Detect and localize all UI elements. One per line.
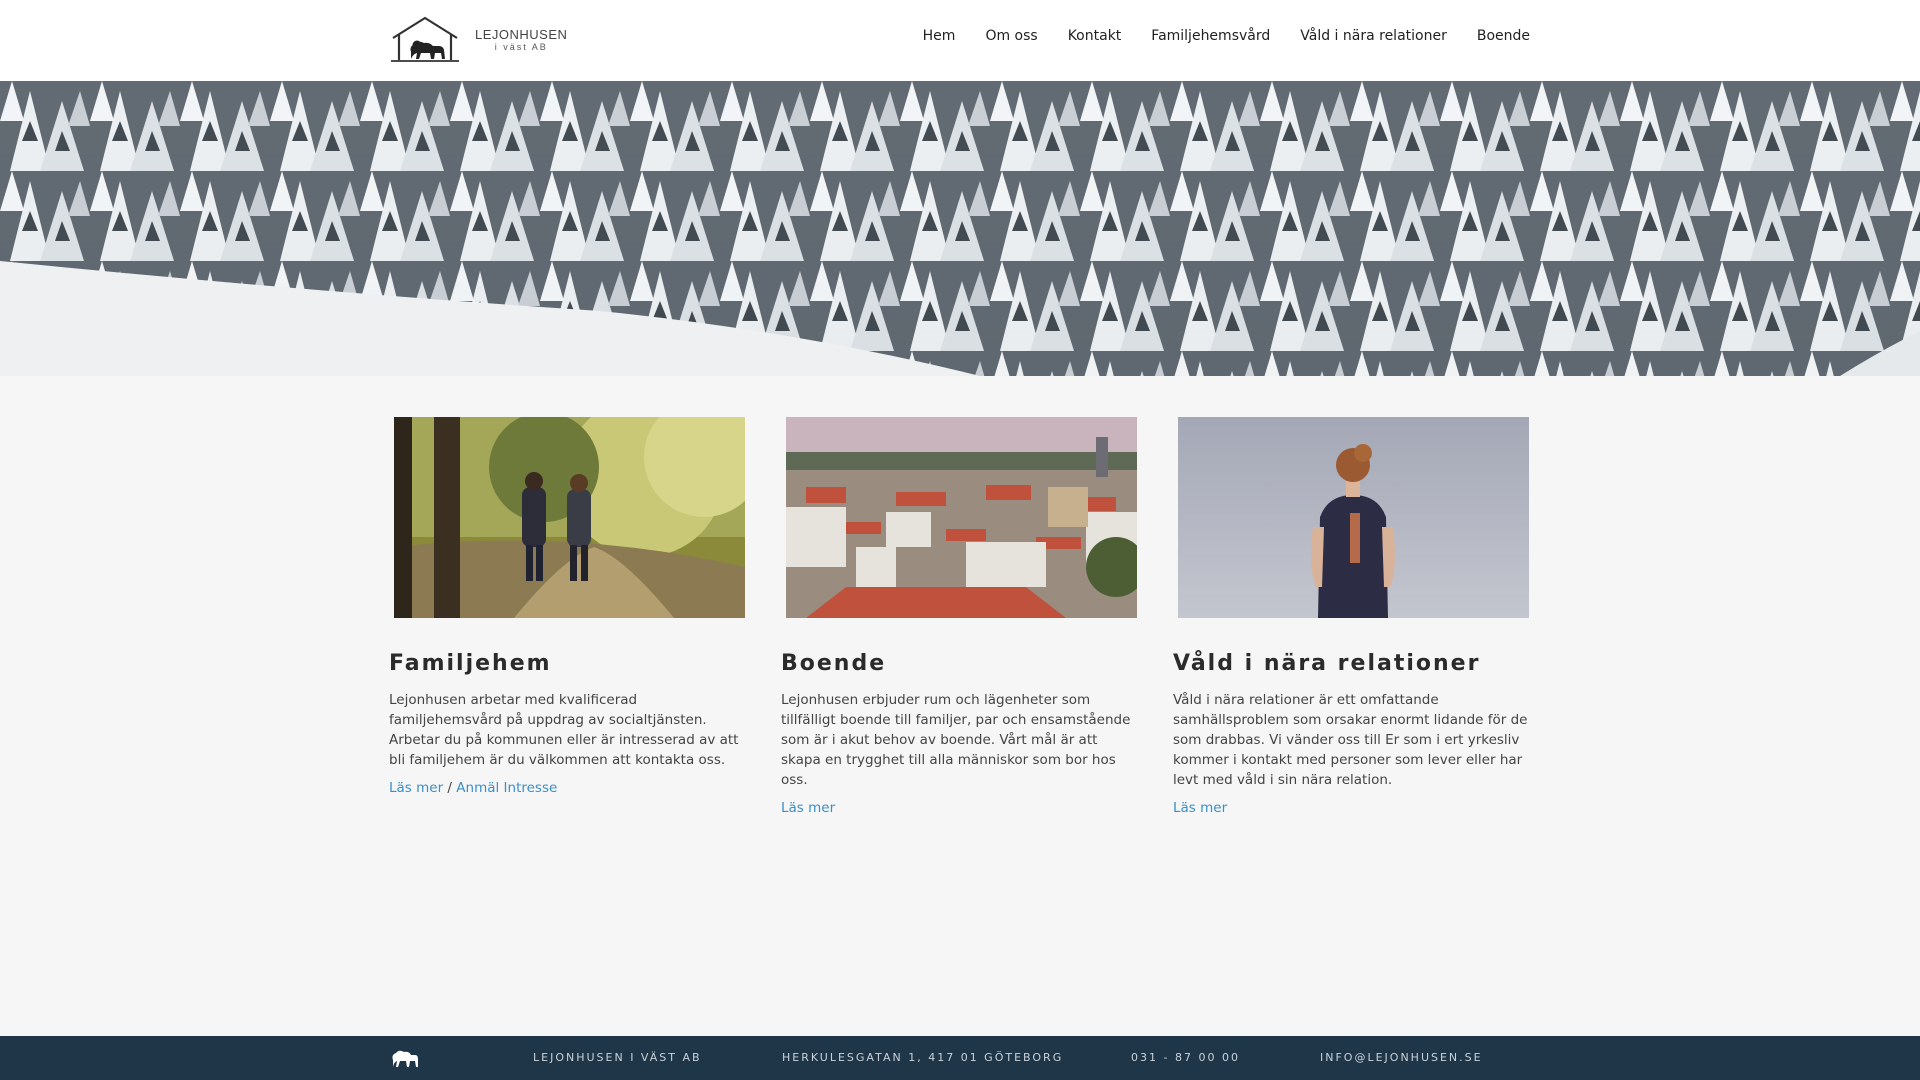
register-interest-link[interactable]: Anmäl Intresse <box>456 780 557 796</box>
card-links: Läs mer <box>781 800 1139 816</box>
card-text: Lejonhusen erbjuder rum och lägenheter s… <box>781 692 1131 788</box>
footer-phone[interactable]: 031 - 87 00 00 <box>1131 1051 1240 1064</box>
card-image-boende <box>786 417 1137 618</box>
logo-name: LEJONHUSEN <box>475 27 568 42</box>
footer-company: LEJONHUSEN I VÄST AB <box>533 1051 702 1064</box>
footer-address: HERKULESGATAN 1, 417 01 GÖTEBORG <box>782 1051 1064 1064</box>
card-vald-i-nara-relationer: Våld i nära relationer Våld i nära relat… <box>1173 417 1531 816</box>
link-separator: / <box>443 780 457 796</box>
lion-house-icon <box>391 16 459 62</box>
logo[interactable]: LEJONHUSEN i väst AB <box>389 16 579 64</box>
site-header: LEJONHUSEN i väst AB Hem Om oss Kontakt … <box>0 0 1920 81</box>
card-links: Läs mer <box>1173 800 1531 816</box>
logo-subtitle: i väst AB <box>494 42 548 52</box>
card-links: Läs mer / Anmäl Intresse <box>389 780 747 796</box>
footer-email[interactable]: INFO@LEJONHUSEN.SE <box>1320 1051 1483 1064</box>
nav-item-familjehemsvard[interactable]: Familjehemsvård <box>1136 28 1285 44</box>
read-more-link[interactable]: Läs mer <box>1173 800 1227 816</box>
nav-item-boende[interactable]: Boende <box>1462 28 1530 44</box>
card-familjehem: Familjehem Lejonhusen arbetar med kvalif… <box>389 417 747 816</box>
card-text: Våld i nära relationer är ett omfattande… <box>1173 692 1528 788</box>
card-image-familjehem <box>394 417 745 618</box>
site-footer: LEJONHUSEN I VÄST AB HERKULESGATAN 1, 41… <box>0 1036 1920 1080</box>
main-nav: Hem Om oss Kontakt Familjehemsvård Våld … <box>908 28 1530 44</box>
read-more-link[interactable]: Läs mer <box>781 800 835 816</box>
hero-banner-image <box>0 81 1920 376</box>
card-title: Familjehem <box>389 651 552 676</box>
card-title: Våld i nära relationer <box>1173 651 1481 676</box>
nav-item-vald-i-nara-relationer[interactable]: Våld i nära relationer <box>1285 28 1462 44</box>
lion-icon <box>392 1050 418 1067</box>
nav-item-kontakt[interactable]: Kontakt <box>1053 28 1137 44</box>
content-cards: Familjehem Lejonhusen arbetar med kvalif… <box>389 417 1531 816</box>
nav-item-hem[interactable]: Hem <box>908 28 971 44</box>
card-boende: Boende Lejonhusen erbjuder rum och lägen… <box>781 417 1139 816</box>
card-title: Boende <box>781 651 887 676</box>
nav-item-om-oss[interactable]: Om oss <box>970 28 1052 44</box>
card-image-vald <box>1178 417 1529 618</box>
read-more-link[interactable]: Läs mer <box>389 780 443 796</box>
card-text: Lejonhusen arbetar med kvalificerad fami… <box>389 692 739 768</box>
